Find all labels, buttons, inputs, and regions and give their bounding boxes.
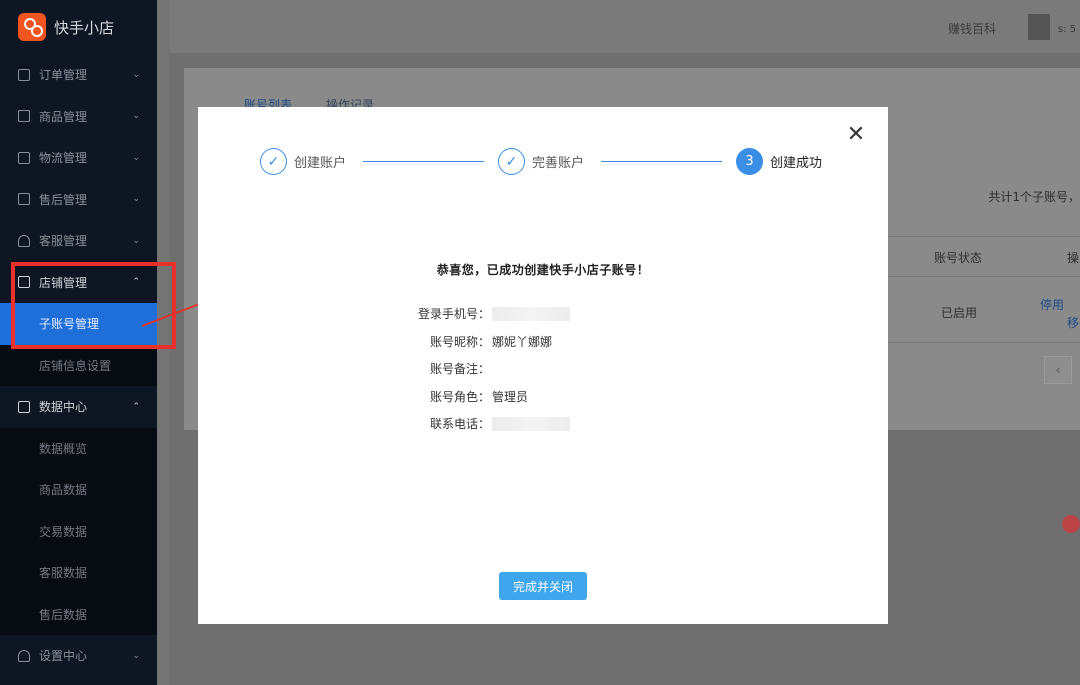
table-header-divider [884,236,1080,237]
goods-icon [18,110,30,123]
app-name: 快手小店 [54,18,115,37]
gear-icon [18,649,30,662]
create-success-dialog: ✕ ✓ 创建账户 ✓ 完善账户 3 创建成功 恭喜您，已成功创建快手小店子账号！… [198,107,888,624]
chevron-down-icon: ⌄ [132,152,140,163]
truck-icon [18,151,30,164]
check-icon: ✓ [260,148,287,175]
headset-icon [18,234,30,247]
step-complete-account: ✓ 完善账户 [498,148,584,175]
info-row-role: 账号角色： 管理员 [429,389,529,404]
sidebar-item-settings[interactable]: 设置中心 ⌄ [0,635,157,677]
redacted-value [492,306,570,321]
redacted-value [492,416,570,431]
info-row-phone: 登录手机号： [404,300,570,328]
aftersale-icon [18,193,30,206]
column-header-op: 操 [1067,251,1080,265]
chevron-down-icon: ⌄ [132,111,140,122]
step-connector [363,161,484,162]
sidebar-item-data[interactable]: 数据中心 ⌃ [0,386,157,428]
info-row-remark: 账号备注： [429,362,490,377]
order-icon [18,68,30,81]
chevron-down-icon: ⌄ [132,650,140,661]
close-icon[interactable]: ✕ [846,124,866,146]
sidebar-item-service[interactable]: 客服管理 ⌄ [0,220,157,262]
sidebar-item-orders[interactable]: 订单管理 ⌄ [0,54,157,96]
info-row-nickname: 账号昵称： 娜妮丫娜娜 [429,334,553,349]
top-bar: 赚钱百科 s: 5 [170,0,1080,53]
chevron-down-icon: ⌄ [132,69,140,80]
step-create-account: ✓ 创建账户 [260,148,346,175]
sidebar-item-trade-data[interactable]: 交易数据 [0,510,157,552]
app-logo[interactable]: 快手小店 [0,0,157,54]
info-row-contact: 联系电话： [404,410,570,438]
sidebar-item-store-info[interactable]: 店铺信息设置 [0,344,157,386]
kuaishou-logo-icon [18,13,46,41]
user-name[interactable]: 赚钱百科 [948,20,996,37]
sidebar-item-data-overview[interactable]: 数据概览 [0,427,157,469]
step-indicator: ✓ 创建账户 ✓ 完善账户 3 创建成功 [260,148,840,178]
sidebar-item-goods[interactable]: 商品管理 ⌄ [0,96,157,138]
move-link[interactable]: 移 [1067,314,1079,331]
step-connector [601,161,722,162]
chevron-down-icon: ⌄ [132,235,140,246]
column-header-status: 账号状态 [934,251,983,265]
sidebar-item-aftersale[interactable]: 售后管理 ⌄ [0,179,157,221]
table-row-divider [884,276,1080,277]
chevron-down-icon: ⌄ [132,194,140,205]
done-close-button[interactable]: 完成并关闭 [499,572,587,600]
pagination-prev-button[interactable]: ‹ [1044,356,1072,384]
chart-icon [18,400,30,413]
success-message: 恭喜您，已成功创建快手小店子账号！ [436,263,650,277]
avatar[interactable] [1028,14,1050,40]
sidebar-item-logistics[interactable]: 物流管理 ⌄ [0,137,157,179]
chevron-up-icon: ⌃ [132,401,140,412]
table-row-divider [884,342,1080,343]
sidebar-item-service-data[interactable]: 客服数据 [0,552,157,594]
step-number: 3 [736,148,763,175]
sidebar-item-aftersale-data[interactable]: 售后数据 [0,593,157,635]
check-icon: ✓ [498,148,525,175]
disable-link[interactable]: 停用 [1040,296,1064,313]
sidebar-item-goods-data[interactable]: 商品数据 [0,469,157,511]
account-count: 共计1个子账号， [988,190,1080,204]
header-extra: s: 5 [1057,24,1076,35]
account-info-list: 登录手机号： 账号昵称： 娜妮丫娜娜 账号备注： 账号角色： 管理员 联系电话： [404,300,570,438]
step-create-success: 3 创建成功 [736,148,822,175]
row-status: 已启用 [941,306,978,320]
floating-widget[interactable] [1062,515,1080,533]
